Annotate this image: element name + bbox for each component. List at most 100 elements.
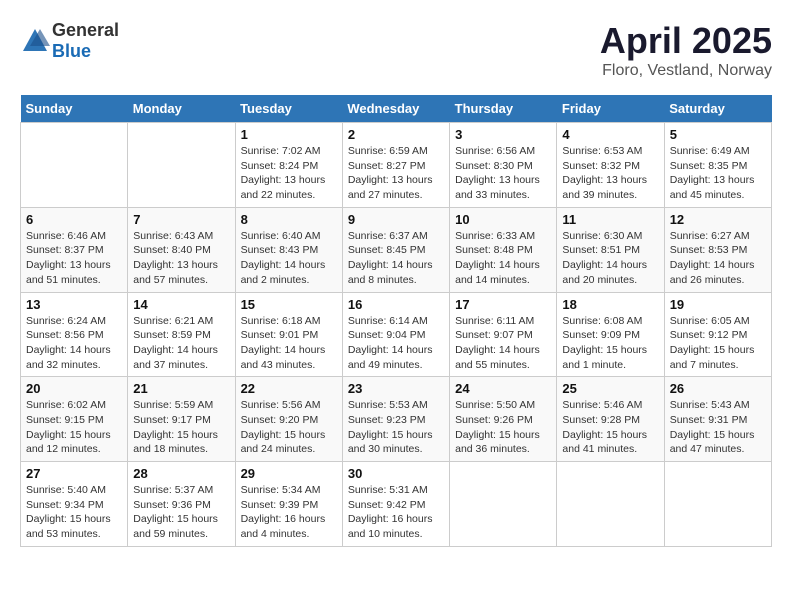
day-number: 29 <box>241 466 337 481</box>
day-cell: 22 Sunrise: 5:56 AMSunset: 9:20 PMDayligh… <box>235 377 342 462</box>
weekday-header-wednesday: Wednesday <box>342 95 449 123</box>
day-number: 12 <box>670 212 766 227</box>
day-number: 26 <box>670 381 766 396</box>
weekday-header-thursday: Thursday <box>450 95 557 123</box>
day-cell: 29Sunrise: 5:34 AMSunset: 9:39 PMDayligh… <box>235 462 342 547</box>
day-number: 30 <box>348 466 444 481</box>
day-cell <box>128 123 235 208</box>
weekday-header-friday: Friday <box>557 95 664 123</box>
day-detail: Sunrise: 6:40 AMSunset: 8:43 PMDaylight:… <box>241 229 337 288</box>
day-detail: Sunrise: 6:49 AMSunset: 8:35 PMDaylight:… <box>670 144 766 203</box>
day-detail: Sunrise: 6:14 AMSunset: 9:04 PMDaylight:… <box>348 314 444 373</box>
day-number: 28 <box>133 466 229 481</box>
day-cell: 20 Sunrise: 6:02 AMSunset: 9:15 PMDayligh… <box>21 377 128 462</box>
day-cell: 25 Sunrise: 5:46 AMSunset: 9:28 PMDayligh… <box>557 377 664 462</box>
day-number: 6 <box>26 212 122 227</box>
weekday-header-monday: Monday <box>128 95 235 123</box>
page-header: General Blue April 2025 Floro, Vestland,… <box>20 20 772 80</box>
location-title: Floro, Vestland, Norway <box>600 62 772 80</box>
week-row-2: 6 Sunrise: 6:46 AMSunset: 8:37 PMDaylight… <box>21 207 772 292</box>
day-cell: 8 Sunrise: 6:40 AMSunset: 8:43 PMDaylight… <box>235 207 342 292</box>
day-number: 10 <box>455 212 551 227</box>
day-cell: 26 Sunrise: 5:43 AMSunset: 9:31 PMDayligh… <box>664 377 771 462</box>
day-cell: 7Sunrise: 6:43 AMSunset: 8:40 PMDaylight… <box>128 207 235 292</box>
weekday-header-sunday: Sunday <box>21 95 128 123</box>
day-detail: Sunrise: 6:02 AMSunset: 9:15 PMDaylight:… <box>26 398 122 457</box>
logo-blue: Blue <box>52 41 91 61</box>
day-cell: 21Sunrise: 5:59 AMSunset: 9:17 PMDayligh… <box>128 377 235 462</box>
weekday-header-saturday: Saturday <box>664 95 771 123</box>
day-number: 7 <box>133 212 229 227</box>
week-row-4: 20 Sunrise: 6:02 AMSunset: 9:15 PMDayligh… <box>21 377 772 462</box>
day-detail: Sunrise: 6:18 AMSunset: 9:01 PMDaylight:… <box>241 314 337 373</box>
week-row-3: 13Sunrise: 6:24 AMSunset: 8:56 PMDayligh… <box>21 292 772 377</box>
day-cell: 27 Sunrise: 5:40 AMSunset: 9:34 PMDayligh… <box>21 462 128 547</box>
day-cell: 23Sunrise: 5:53 AMSunset: 9:23 PMDayligh… <box>342 377 449 462</box>
day-number: 20 <box>26 381 122 396</box>
weekday-header-tuesday: Tuesday <box>235 95 342 123</box>
day-number: 25 <box>562 381 658 396</box>
logo-general: General <box>52 20 119 40</box>
day-cell: 10Sunrise: 6:33 AMSunset: 8:48 PMDayligh… <box>450 207 557 292</box>
day-cell: 24Sunrise: 5:50 AMSunset: 9:26 PMDayligh… <box>450 377 557 462</box>
day-detail: Sunrise: 6:30 AMSunset: 8:51 PMDaylight:… <box>562 229 658 288</box>
day-detail: Sunrise: 6:37 AMSunset: 8:45 PMDaylight:… <box>348 229 444 288</box>
day-detail: Sunrise: 6:21 AMSunset: 8:59 PMDaylight:… <box>133 314 229 373</box>
day-cell: 12Sunrise: 6:27 AMSunset: 8:53 PMDayligh… <box>664 207 771 292</box>
day-number: 9 <box>348 212 444 227</box>
weekday-header-row: SundayMondayTuesdayWednesdayThursdayFrid… <box>21 95 772 123</box>
day-detail: Sunrise: 6:53 AMSunset: 8:32 PMDaylight:… <box>562 144 658 203</box>
day-cell: 9 Sunrise: 6:37 AMSunset: 8:45 PMDaylight… <box>342 207 449 292</box>
day-cell: 28 Sunrise: 5:37 AMSunset: 9:36 PMDayligh… <box>128 462 235 547</box>
logo: General Blue <box>20 20 119 62</box>
day-detail: Sunrise: 6:11 AMSunset: 9:07 PMDaylight:… <box>455 314 551 373</box>
day-cell: 11 Sunrise: 6:30 AMSunset: 8:51 PMDayligh… <box>557 207 664 292</box>
day-number: 21 <box>133 381 229 396</box>
day-detail: Sunrise: 6:59 AMSunset: 8:27 PMDaylight:… <box>348 144 444 203</box>
day-cell: 14Sunrise: 6:21 AMSunset: 8:59 PMDayligh… <box>128 292 235 377</box>
day-cell: 6 Sunrise: 6:46 AMSunset: 8:37 PMDaylight… <box>21 207 128 292</box>
day-cell: 2 Sunrise: 6:59 AMSunset: 8:27 PMDaylight… <box>342 123 449 208</box>
day-cell: 30 Sunrise: 5:31 AMSunset: 9:42 PMDayligh… <box>342 462 449 547</box>
day-cell: 13Sunrise: 6:24 AMSunset: 8:56 PMDayligh… <box>21 292 128 377</box>
day-cell <box>664 462 771 547</box>
day-detail: Sunrise: 6:46 AMSunset: 8:37 PMDaylight:… <box>26 229 122 288</box>
day-cell <box>557 462 664 547</box>
day-detail: Sunrise: 5:37 AMSunset: 9:36 PMDaylight:… <box>133 483 229 542</box>
day-cell: 5 Sunrise: 6:49 AMSunset: 8:35 PMDaylight… <box>664 123 771 208</box>
day-number: 17 <box>455 297 551 312</box>
month-title: April 2025 <box>600 20 772 62</box>
day-number: 22 <box>241 381 337 396</box>
day-number: 19 <box>670 297 766 312</box>
day-number: 3 <box>455 127 551 142</box>
day-detail: Sunrise: 5:56 AMSunset: 9:20 PMDaylight:… <box>241 398 337 457</box>
day-detail: Sunrise: 5:40 AMSunset: 9:34 PMDaylight:… <box>26 483 122 542</box>
day-number: 18 <box>562 297 658 312</box>
day-detail: Sunrise: 5:46 AMSunset: 9:28 PMDaylight:… <box>562 398 658 457</box>
day-number: 16 <box>348 297 444 312</box>
day-cell: 1Sunrise: 7:02 AMSunset: 8:24 PMDaylight… <box>235 123 342 208</box>
day-number: 8 <box>241 212 337 227</box>
calendar-table: SundayMondayTuesdayWednesdayThursdayFrid… <box>20 95 772 547</box>
week-row-1: 1Sunrise: 7:02 AMSunset: 8:24 PMDaylight… <box>21 123 772 208</box>
day-cell: 16 Sunrise: 6:14 AMSunset: 9:04 PMDayligh… <box>342 292 449 377</box>
day-cell <box>450 462 557 547</box>
day-cell: 15Sunrise: 6:18 AMSunset: 9:01 PMDayligh… <box>235 292 342 377</box>
day-detail: Sunrise: 5:43 AMSunset: 9:31 PMDaylight:… <box>670 398 766 457</box>
day-number: 13 <box>26 297 122 312</box>
day-number: 24 <box>455 381 551 396</box>
day-detail: Sunrise: 5:53 AMSunset: 9:23 PMDaylight:… <box>348 398 444 457</box>
day-detail: Sunrise: 6:56 AMSunset: 8:30 PMDaylight:… <box>455 144 551 203</box>
day-cell: 17 Sunrise: 6:11 AMSunset: 9:07 PMDayligh… <box>450 292 557 377</box>
day-cell: 3 Sunrise: 6:56 AMSunset: 8:30 PMDaylight… <box>450 123 557 208</box>
day-detail: Sunrise: 6:08 AMSunset: 9:09 PMDaylight:… <box>562 314 658 373</box>
title-block: April 2025 Floro, Vestland, Norway <box>600 20 772 80</box>
day-number: 11 <box>562 212 658 227</box>
day-number: 27 <box>26 466 122 481</box>
day-number: 5 <box>670 127 766 142</box>
day-detail: Sunrise: 5:31 AMSunset: 9:42 PMDaylight:… <box>348 483 444 542</box>
day-cell: 4Sunrise: 6:53 AMSunset: 8:32 PMDaylight… <box>557 123 664 208</box>
day-number: 2 <box>348 127 444 142</box>
day-number: 1 <box>241 127 337 142</box>
week-row-5: 27 Sunrise: 5:40 AMSunset: 9:34 PMDayligh… <box>21 462 772 547</box>
